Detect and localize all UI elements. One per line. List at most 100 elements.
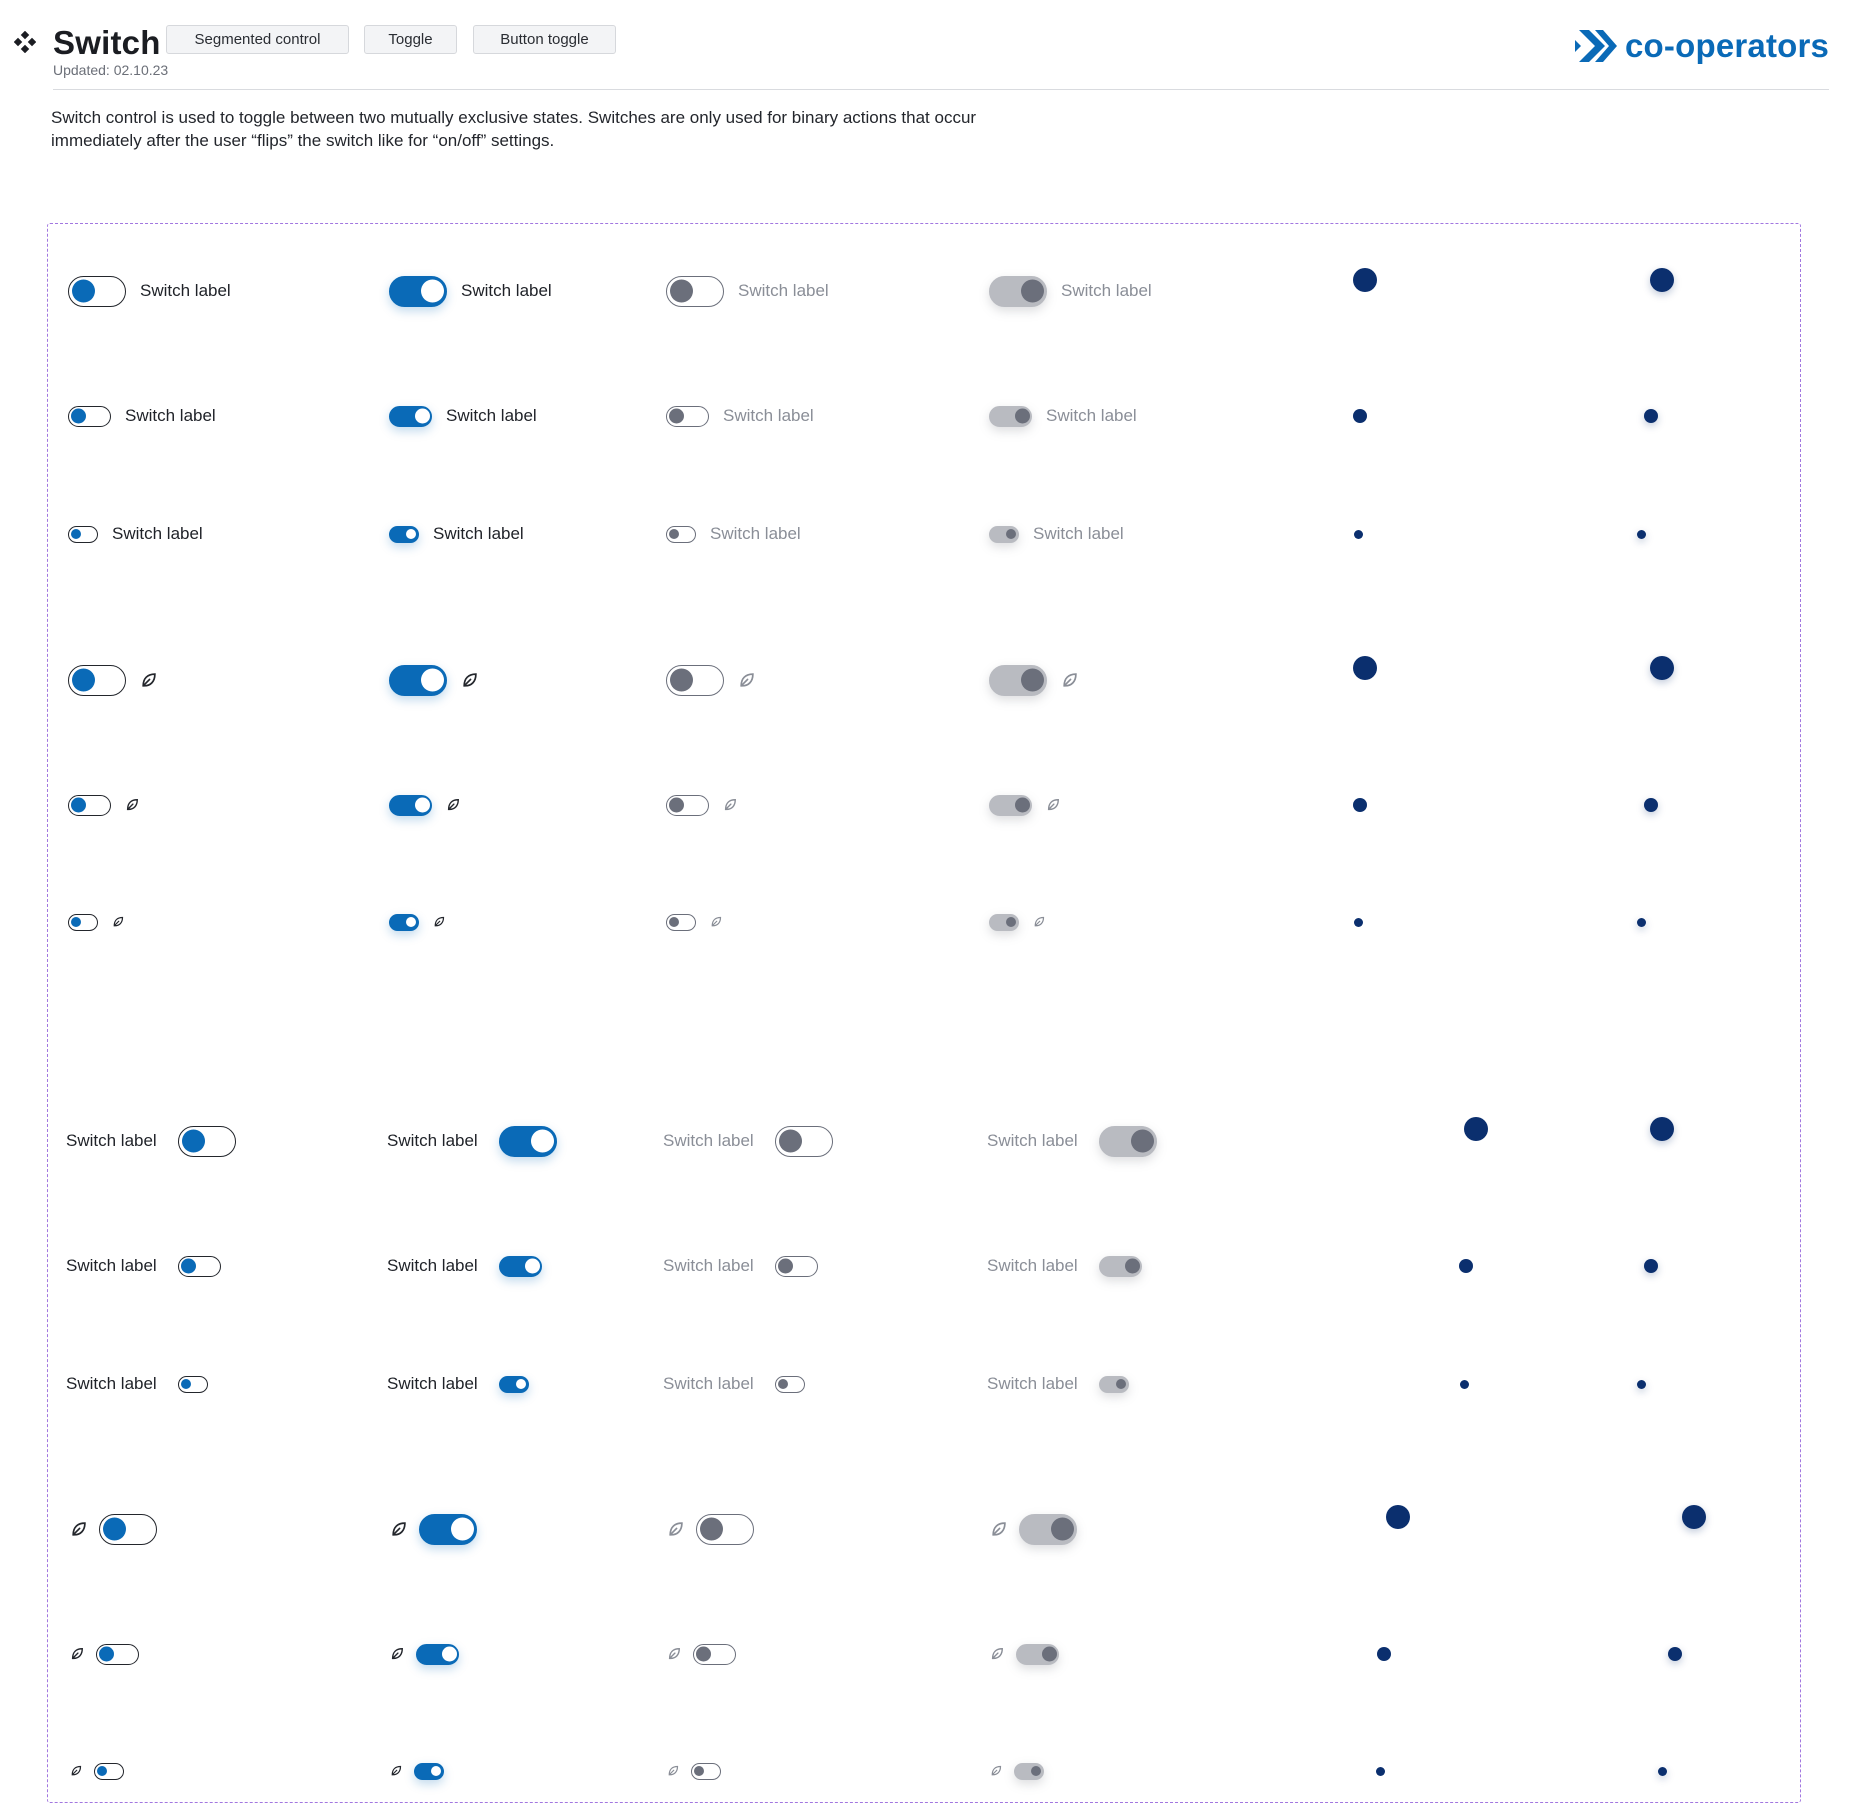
switch-disabled-on-large [1019, 1513, 1077, 1545]
switch-knob [516, 1379, 526, 1389]
leaf-icon [668, 1648, 680, 1660]
switch-disabled-on-small [1014, 1762, 1044, 1780]
switch-knob [1014, 797, 1030, 813]
switch-on-large[interactable] [389, 664, 447, 696]
switch-off-small[interactable] [178, 1375, 208, 1393]
segmented-control-tab[interactable]: Segmented control [166, 25, 349, 54]
switch-knob [1031, 1766, 1041, 1776]
switch-knob [441, 1646, 457, 1662]
leaf-icon [740, 672, 754, 687]
switch-on-small[interactable] [389, 525, 419, 543]
leaf-icon [391, 1648, 403, 1660]
switch-knob [98, 1646, 114, 1662]
switch-off-medium[interactable] [68, 405, 111, 427]
switch-off-small[interactable] [68, 913, 98, 931]
switch-on-small[interactable] [499, 1375, 529, 1393]
switch-label: Switch label [663, 1131, 754, 1150]
switch-label: Switch label [387, 1374, 478, 1393]
leaf-icon [71, 1648, 83, 1660]
updated-date: Updated: 02.10.23 [53, 62, 169, 78]
leaf-icon [392, 1521, 406, 1536]
switch-on-small[interactable] [389, 913, 419, 931]
switch-off-medium[interactable] [68, 794, 111, 816]
switch-disabled-on-medium [1099, 1255, 1142, 1277]
switch-knob [181, 1379, 191, 1389]
leaf-icon [991, 1765, 1002, 1776]
leaf-icon [463, 672, 477, 687]
switch-knob [699, 1517, 723, 1541]
switch-knob [1124, 1258, 1140, 1274]
switch-on-small[interactable] [414, 1762, 444, 1780]
switch-disabled-off-medium [775, 1255, 818, 1277]
switch-disabled-off-small [691, 1762, 721, 1780]
switch-knob [669, 668, 693, 692]
focus-dot [1644, 1259, 1658, 1273]
leaf-icon [711, 916, 722, 927]
switch-knob [450, 1517, 474, 1541]
leaf-icon [71, 1765, 82, 1776]
logo-text: co-operators [1625, 27, 1830, 64]
switch-off-medium[interactable] [96, 1643, 139, 1665]
switch-knob [1116, 1379, 1126, 1389]
switch-knob [668, 408, 684, 424]
switch-disabled-on-medium [989, 794, 1032, 816]
switch-off-large[interactable] [99, 1513, 157, 1545]
switch-disabled-on-medium [989, 405, 1032, 427]
switch-off-large[interactable] [68, 275, 126, 307]
switch-on-medium[interactable] [389, 405, 432, 427]
switch-knob [420, 668, 444, 692]
switch-knob [1006, 917, 1016, 927]
leaf-icon [113, 916, 124, 927]
switch-label: Switch label [387, 1256, 478, 1275]
switch-label: Switch label [1061, 281, 1152, 300]
switch-off-small[interactable] [68, 525, 98, 543]
switch-label: Switch label [387, 1131, 478, 1150]
switch-on-large[interactable] [499, 1125, 557, 1157]
switch-off-small[interactable] [94, 1762, 124, 1780]
switch-disabled-on-small [989, 913, 1019, 931]
switch-disabled-off-large [666, 664, 724, 696]
switch-off-medium[interactable] [178, 1255, 221, 1277]
switch-off-large[interactable] [68, 664, 126, 696]
switch-knob [778, 1129, 802, 1153]
switch-knob [1050, 1517, 1074, 1541]
switch-label: Switch label [446, 406, 537, 425]
switch-label: Switch label [461, 281, 552, 300]
switch-label: Switch label [723, 406, 814, 425]
switch-label: Switch label [987, 1256, 1078, 1275]
switch-label: Switch label [112, 524, 203, 543]
focus-dot [1636, 529, 1646, 539]
switch-knob [1041, 1646, 1057, 1662]
switch-on-medium[interactable] [499, 1255, 542, 1277]
leaf-icon [991, 1648, 1003, 1660]
switch-knob [70, 797, 86, 813]
focus-dot [1650, 268, 1674, 292]
switch-label: Switch label [66, 1374, 157, 1393]
leaf-icon [992, 1521, 1006, 1536]
focus-dot [1386, 1505, 1410, 1529]
focus-dot [1682, 1505, 1706, 1529]
switch-on-medium[interactable] [389, 794, 432, 816]
switch-knob [414, 797, 430, 813]
button-toggle-tab[interactable]: Button toggle [473, 25, 616, 54]
leaf-icon [72, 1521, 86, 1536]
header-divider [53, 89, 1829, 90]
page-title: Switch [53, 24, 161, 61]
switch-knob [1020, 279, 1044, 303]
switch-knob [420, 279, 444, 303]
switch-knob [1130, 1129, 1154, 1153]
switch-off-large[interactable] [178, 1125, 236, 1157]
focus-dot [1650, 1117, 1674, 1141]
focus-dot [1459, 1259, 1473, 1273]
switch-on-large[interactable] [419, 1513, 477, 1545]
switch-knob [695, 1646, 711, 1662]
switch-label: Switch label [1046, 406, 1137, 425]
switch-knob [180, 1258, 196, 1274]
switch-knob [431, 1766, 441, 1776]
switch-on-large[interactable] [389, 275, 447, 307]
switch-disabled-off-medium [693, 1643, 736, 1665]
focus-dot [1650, 656, 1674, 680]
toggle-tab[interactable]: Toggle [364, 25, 457, 54]
switch-on-medium[interactable] [416, 1643, 459, 1665]
switch-label: Switch label [66, 1131, 157, 1150]
